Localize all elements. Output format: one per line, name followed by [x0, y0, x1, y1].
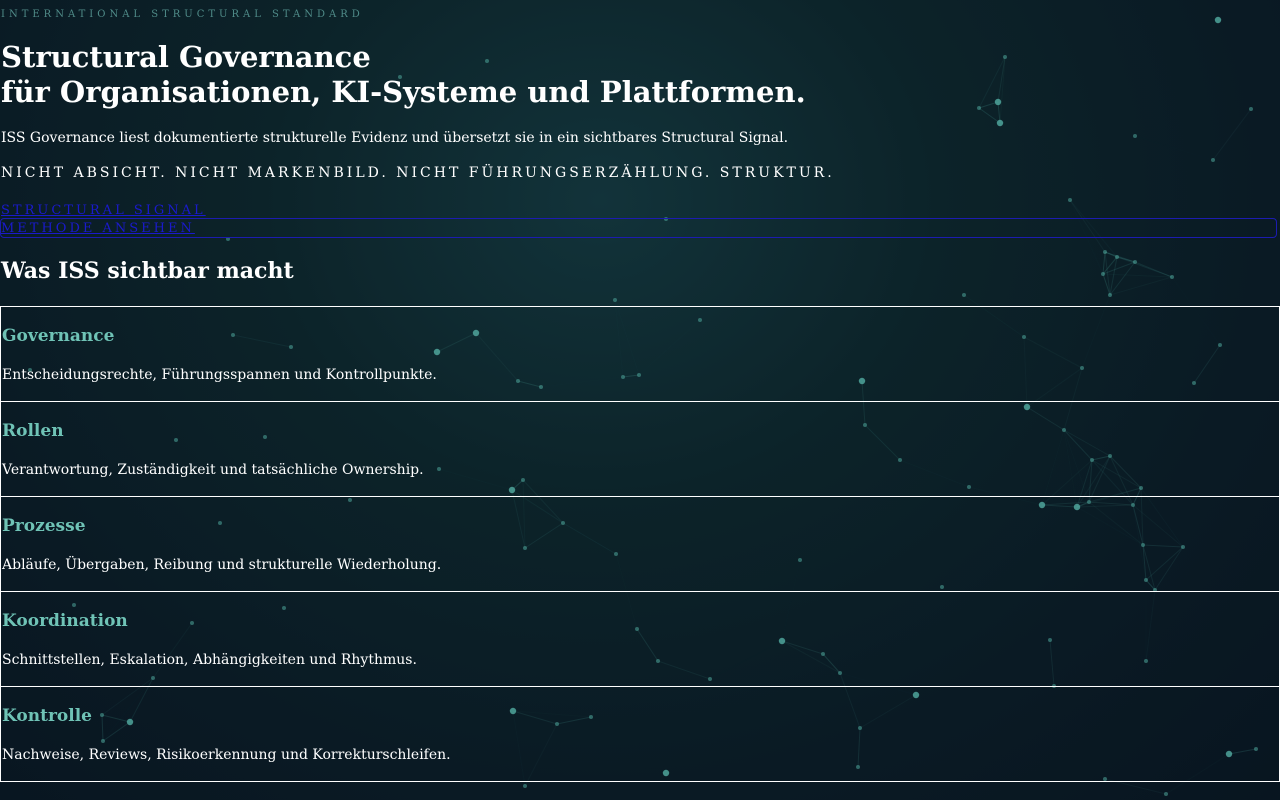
network-node [962, 293, 966, 297]
card-text: Verantwortung, Zuständigkeit und tatsäch… [2, 462, 424, 478]
card-title: Prozesse [2, 516, 86, 536]
network-line [1109, 276, 1173, 296]
card-title: Koordination [2, 611, 128, 631]
feature-card-list: Governance Entscheidungsrechte, Führungs… [0, 306, 1280, 782]
network-node [1249, 107, 1253, 111]
network-line [1109, 256, 1118, 296]
network-line [978, 107, 1001, 124]
feature-card-governance: Governance Entscheidungsrechte, Führungs… [0, 306, 1280, 402]
network-line [1134, 261, 1173, 278]
feature-card-prozesse: Prozesse Abläufe, Übergaben, Reibung und… [0, 496, 1280, 592]
section-title: Was ISS sichtbar macht [1, 258, 294, 284]
network-node [994, 98, 1002, 106]
network-node [996, 119, 1004, 127]
card-text: Nachweise, Reviews, Risikoerkennung und … [2, 747, 451, 763]
feature-card-kontrolle: Kontrolle Nachweise, Reviews, Risikoerke… [0, 686, 1280, 782]
network-line [1102, 251, 1106, 275]
hero-title-line-2: für Organisationen, KI-Systeme und Platt… [1, 75, 806, 109]
card-title: Kontrolle [2, 706, 92, 726]
eyebrow-label: INTERNATIONAL STRUCTURAL STANDARD [1, 9, 364, 20]
cta-line-2[interactable]: METHODE ANSEHEN [1, 220, 206, 238]
hero-title-line-1: Structural Governance [1, 40, 371, 74]
network-line [999, 56, 1006, 124]
network-node [1101, 272, 1105, 276]
card-text: Schnittstellen, Eskalation, Abhängigkeit… [2, 652, 417, 668]
network-node [1211, 158, 1215, 162]
network-line [1212, 108, 1252, 161]
network-node [1115, 255, 1119, 259]
network-node [1133, 134, 1137, 138]
hero-lead: ISS Governance liest dokumentierte struk… [1, 130, 789, 146]
cta-line-1[interactable]: STRUCTURAL SIGNAL [1, 202, 206, 220]
card-title: Rollen [2, 421, 64, 441]
feature-card-koordination: Koordination Schnittstellen, Eskalation,… [0, 591, 1280, 687]
hero-statement: NICHT ABSICHT. NICHT MARKENBILD. NICHT F… [1, 165, 835, 181]
network-node [1170, 275, 1174, 279]
card-text: Entscheidungsrechte, Führungsspannen und… [2, 367, 437, 383]
network-line [1135, 136, 1213, 160]
card-text: Abläufe, Übergaben, Reibung und struktur… [2, 557, 442, 573]
feature-card-rollen: Rollen Verantwortung, Zuständigkeit und … [0, 401, 1280, 497]
network-node [613, 298, 617, 302]
network-node [1133, 260, 1137, 264]
network-node [977, 106, 981, 110]
hero-title: Structural Governance für Organisationen… [1, 40, 806, 110]
network-node [1068, 198, 1072, 202]
card-title: Governance [2, 326, 115, 346]
network-node [1214, 16, 1222, 24]
network-node [1003, 55, 1007, 59]
structural-signal-link[interactable]: STRUCTURAL SIGNAL METHODE ANSEHEN [1, 202, 206, 238]
network-node [1108, 293, 1112, 297]
network-node [1103, 250, 1107, 254]
network-node [1164, 792, 1168, 796]
network-node [523, 784, 527, 788]
